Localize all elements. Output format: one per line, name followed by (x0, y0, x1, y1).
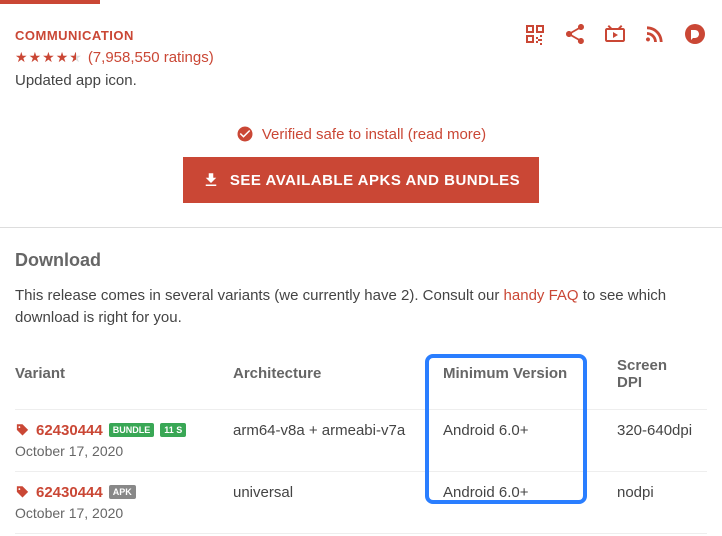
action-icons (523, 22, 707, 51)
verified-text: Verified safe to install (read more) (262, 126, 486, 143)
download-heading: Download (15, 250, 707, 271)
table-row: 62430444 BUNDLE 11 S October 17, 2020 ar… (15, 409, 707, 471)
share-icon[interactable] (563, 22, 587, 51)
col-dpi[interactable]: Screen DPI (617, 349, 707, 410)
min-cell: Android 6.0+ (443, 471, 617, 533)
arch-cell: universal (233, 471, 443, 533)
app-description: Updated app icon. (15, 72, 707, 89)
star-half-icon: ★ (69, 49, 82, 66)
badge: 11 S (160, 423, 186, 437)
star-icon: ★ (15, 49, 28, 66)
badge: APK (109, 485, 136, 499)
cta-label: SEE AVAILABLE APKS AND BUNDLES (230, 172, 520, 189)
star-icon: ★ (42, 49, 55, 66)
variant-date: October 17, 2020 (15, 443, 221, 459)
variant-date: October 17, 2020 (15, 505, 221, 521)
see-apks-button[interactable]: SEE AVAILABLE APKS AND BUNDLES (183, 157, 539, 203)
arch-cell: arm64-v8a + armeabi-v7a (233, 409, 443, 471)
col-variant[interactable]: Variant (15, 349, 233, 410)
disqus-icon[interactable] (683, 22, 707, 51)
stars: ★ ★ ★ ★ ★ (15, 49, 82, 66)
faq-link[interactable]: handy FAQ (504, 287, 579, 304)
variants-table: Variant Architecture Minimum Version Scr… (15, 349, 707, 534)
download-section: Download This release comes in several v… (0, 228, 722, 534)
star-icon: ★ (29, 49, 42, 66)
play-store-icon[interactable] (603, 22, 627, 51)
dpi-cell: nodpi (617, 471, 707, 533)
download-icon (202, 171, 220, 189)
rss-icon[interactable] (643, 22, 667, 51)
qr-icon[interactable] (523, 22, 547, 51)
badge: BUNDLE (109, 423, 155, 437)
rating-count: (7,958,550 ratings) (88, 49, 214, 66)
col-min[interactable]: Minimum Version (443, 349, 617, 410)
verified-link[interactable]: Verified safe to install (read more) (15, 125, 707, 143)
min-cell: Android 6.0+ (443, 409, 617, 471)
col-arch[interactable]: Architecture (233, 349, 443, 410)
table-row: 62430444 APK October 17, 2020 universal … (15, 471, 707, 533)
variant-link[interactable]: 62430444 BUNDLE 11 S (15, 422, 221, 439)
app-header: COMMUNICATION ★ ★ ★ ★ ★ (7,958,550 ratin… (0, 0, 722, 228)
check-circle-icon (236, 125, 254, 143)
star-icon: ★ (56, 49, 69, 66)
variant-link[interactable]: 62430444 APK (15, 484, 221, 501)
rating-row[interactable]: ★ ★ ★ ★ ★ (7,958,550 ratings) (15, 49, 707, 66)
download-description: This release comes in several variants (… (15, 285, 707, 329)
tag-icon (15, 485, 30, 500)
dpi-cell: 320-640dpi (617, 409, 707, 471)
tag-icon (15, 423, 30, 438)
